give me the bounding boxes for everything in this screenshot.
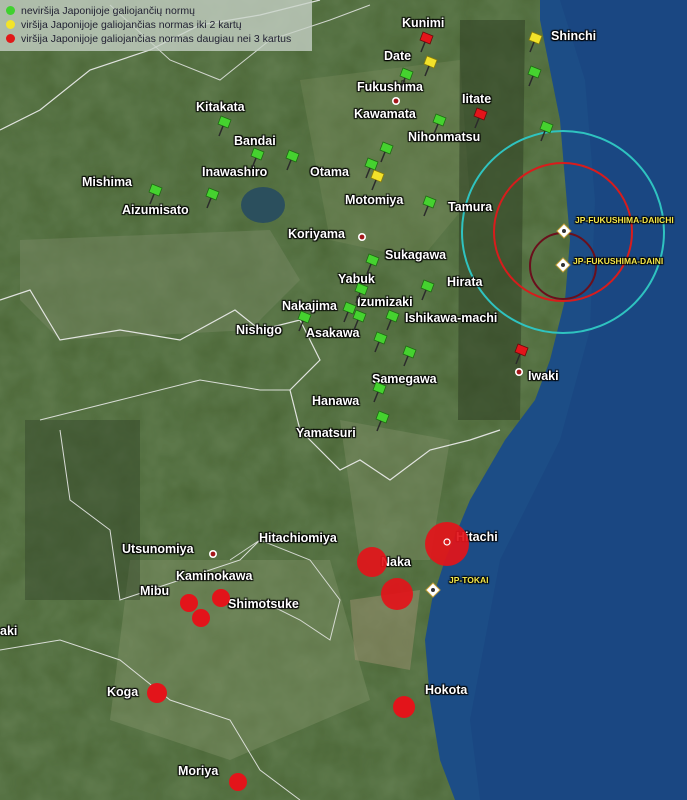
place-label-bandai: Bandai	[234, 134, 276, 148]
place-label-tamura: Tamura	[448, 200, 493, 214]
legend-yellow-swatch	[6, 20, 15, 29]
place-label-aki: aki	[0, 624, 18, 638]
place-label-daiichi: JP-FUKUSHIMA-DAIICHI	[575, 215, 674, 225]
place-label-mibu: Mibu	[140, 584, 170, 598]
place-label-ishikawa-machi: Ishikawa-machi	[405, 311, 498, 325]
place-label-daini: JP-FUKUSHIMA-DAINI	[573, 256, 664, 266]
legend-label: viršija Japonijoje galiojančias normas i…	[21, 19, 242, 31]
place-label-sukagawa: Sukagawa	[385, 248, 447, 262]
place-label-kaminokawa: Kaminokawa	[176, 569, 253, 583]
place-label-yabuk: Yabuk	[338, 272, 375, 286]
place-label-hitachiomiya: Hitachiomiya	[259, 531, 337, 545]
place-label-koga: Koga	[107, 685, 139, 699]
place-label-tokai: JP-TOKAI	[449, 575, 489, 585]
place-label-nakajima: Nakajima	[282, 299, 337, 313]
place-label-hirata: Hirata	[447, 275, 483, 289]
place-label-kitakata: Kitakata	[196, 100, 245, 114]
place-label-izumizaki: Izumizaki	[357, 295, 413, 309]
legend-item-green: neviršija Japonijoje galiojančių normų	[6, 5, 306, 17]
place-label-naka: Naka	[381, 555, 411, 569]
place-label-hanawa: Hanawa	[312, 394, 360, 408]
place-label-koriyama: Koriyama	[288, 227, 345, 241]
place-label-kunimi: Kunimi	[402, 16, 445, 30]
legend-item-yellow: viršija Japonijoje galiojančias normas i…	[6, 19, 306, 31]
place-label-fukushima: Fukushima	[357, 80, 423, 94]
place-label-motomiya: Motomiya	[345, 193, 404, 207]
place-label-hitachi: Hitachi	[456, 530, 498, 544]
place-label-moriya: Moriya	[178, 764, 219, 778]
place-label-asakawa: Asakawa	[306, 326, 360, 340]
legend-item-red: viršija Japonijoje galiojančias normas d…	[6, 33, 306, 45]
place-label-iwaki: Iwaki	[528, 369, 559, 383]
legend-green-swatch	[6, 6, 15, 15]
place-label-otama: Otama	[310, 165, 349, 179]
place-label-nihonmatsu: Nihonmatsu	[408, 130, 481, 144]
place-label-iitate: Iitate	[462, 92, 492, 106]
place-label-inawashiro: Inawashiro	[202, 165, 268, 179]
place-label-nishigo: Nishigo	[236, 323, 282, 337]
place-label-date: Date	[384, 49, 412, 63]
legend-label: viršija Japonijoje galiojančias normas d…	[21, 33, 292, 45]
place-label-hokota: Hokota	[425, 683, 468, 697]
map-view[interactable]: neviršija Japonijoje galiojančių normų v…	[0, 0, 687, 800]
place-label-samegawa: Samegawa	[372, 372, 437, 386]
legend-label: neviršija Japonijoje galiojančių normų	[21, 5, 195, 17]
place-label-shimotsuke: Shimotsuke	[228, 597, 299, 611]
place-label-mishima: Mishima	[82, 175, 133, 189]
place-label-kawamata: Kawamata	[354, 107, 416, 121]
place-label-shinchi: Shinchi	[551, 29, 597, 43]
place-label-yamatsuri: Yamatsuri	[296, 426, 356, 440]
place-label-aizumisato: Aizumisato	[122, 203, 189, 217]
legend: neviršija Japonijoje galiojančių normų v…	[0, 0, 312, 51]
place-label-utsunomiya: Utsunomiya	[122, 542, 194, 556]
legend-red-swatch	[6, 34, 15, 43]
